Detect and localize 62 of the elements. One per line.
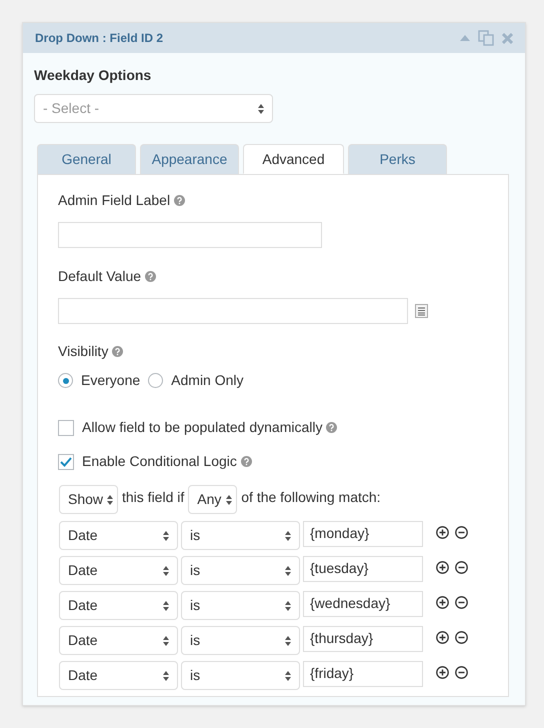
rule-value-input[interactable]: {thursday} xyxy=(303,626,423,652)
select-arrows-icon xyxy=(163,530,169,540)
add-rule-icon[interactable] xyxy=(436,526,449,539)
action-select[interactable]: Show xyxy=(59,485,118,514)
visibility-radio[interactable]: Admin Only xyxy=(148,370,244,391)
default-value-input[interactable] xyxy=(58,298,408,324)
panel-title: Drop Down : Field ID 2 xyxy=(35,30,164,47)
logic-text: of the following match: xyxy=(241,488,381,507)
admin-label-input[interactable] xyxy=(58,222,322,248)
tab[interactable]: Appearance xyxy=(140,144,239,174)
rule-field-select[interactable]: Date xyxy=(59,556,178,585)
checkbox-label: Enable Conditional Logic xyxy=(82,451,252,472)
rule-value-input[interactable]: {wednesday} xyxy=(303,590,423,616)
checkbox[interactable] xyxy=(58,454,74,470)
select-arrows-icon xyxy=(163,636,169,646)
select-arrows-icon xyxy=(258,104,264,114)
add-rule-icon[interactable] xyxy=(436,561,449,574)
rule-operator-select[interactable]: is xyxy=(181,626,300,655)
tab[interactable]: General xyxy=(37,144,136,174)
rule-field-select[interactable]: Date xyxy=(59,521,178,550)
rule-field-select[interactable]: Date xyxy=(59,661,178,690)
visibility-radio[interactable]: Everyone xyxy=(58,370,140,391)
help-icon xyxy=(145,271,156,282)
rule-field-select[interactable]: Date xyxy=(59,591,178,620)
select-arrows-icon xyxy=(226,494,232,504)
add-rule-icon[interactable] xyxy=(436,596,449,609)
visibility-label: Visibility xyxy=(58,341,488,362)
radio-button[interactable] xyxy=(148,373,164,388)
select-arrows-icon xyxy=(285,566,291,576)
select-arrows-icon xyxy=(285,600,291,610)
rule-operator-select[interactable]: is xyxy=(181,591,300,620)
field-label: Weekday Options xyxy=(34,66,152,85)
select-arrows-icon xyxy=(163,600,169,610)
radio-button[interactable] xyxy=(58,373,73,388)
checkbox[interactable] xyxy=(58,420,74,436)
select-arrows-icon xyxy=(107,494,113,504)
select-arrows-icon xyxy=(163,670,169,680)
rule-operator-select[interactable]: is xyxy=(181,661,300,690)
tab[interactable]: Advanced xyxy=(243,144,344,174)
checkbox-label: Allow field to be populated dynamically xyxy=(82,417,338,438)
logic-text: this field if xyxy=(122,488,184,507)
add-rule-icon[interactable] xyxy=(436,631,449,644)
tab[interactable]: Perks xyxy=(348,144,447,174)
admin-field-label: Admin Field Label xyxy=(58,190,488,211)
rule-field-select[interactable]: Date xyxy=(59,626,178,655)
match-select[interactable]: Any xyxy=(188,485,238,514)
select-arrows-icon xyxy=(285,530,291,540)
rule-value-input[interactable]: {tuesday} xyxy=(303,556,423,582)
help-icon xyxy=(112,346,124,357)
select-arrows-icon xyxy=(285,670,291,680)
merge-tag-icon[interactable] xyxy=(415,304,428,318)
help-icon xyxy=(174,195,186,206)
rule-operator-select[interactable]: is xyxy=(181,521,300,550)
select-arrows-icon xyxy=(285,636,291,646)
rule-operator-select[interactable]: is xyxy=(181,556,300,585)
rule-value-input[interactable]: {friday} xyxy=(303,660,423,686)
select-arrows-icon xyxy=(163,566,169,576)
help-icon xyxy=(240,456,252,467)
help-icon xyxy=(326,422,338,433)
add-rule-icon[interactable] xyxy=(436,666,449,679)
rule-value-input[interactable]: {monday} xyxy=(303,520,423,546)
default-value-label: Default Value xyxy=(58,266,488,287)
